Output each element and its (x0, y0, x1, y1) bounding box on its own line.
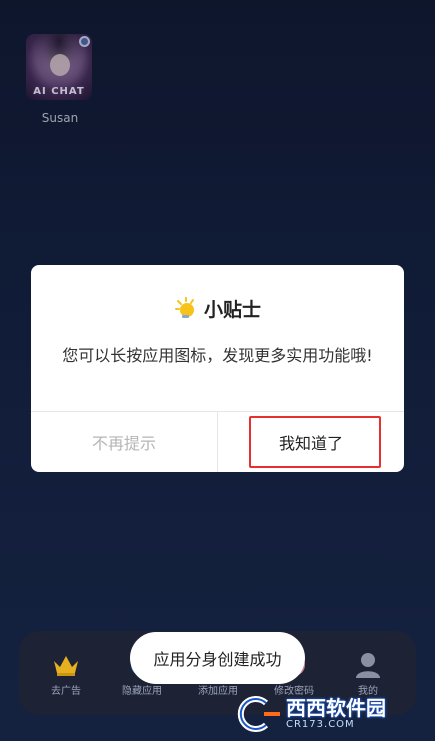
nav-item-remove-ads[interactable]: 去广告 (31, 651, 101, 697)
highlight-box (249, 416, 381, 468)
profile-icon (333, 651, 403, 679)
dont-show-again-button[interactable]: 不再提示 (31, 412, 218, 472)
nav-item-label: 添加应用 (198, 686, 238, 697)
watermark-logo (236, 695, 282, 733)
watermark-text-group: 西西软件园 CR173.COM (286, 698, 386, 730)
dialog-title: 小贴士 (31, 295, 404, 321)
nav-item-profile[interactable]: 我的 (333, 651, 403, 697)
dialog-message: 您可以长按应用图标，发现更多实用功能哦! (62, 346, 373, 365)
dialog-title-text: 小贴士 (203, 298, 261, 321)
nav-item-label: 隐藏应用 (122, 686, 162, 697)
lightbulb-icon (174, 296, 198, 320)
crown-icon (31, 651, 101, 679)
nav-item-label: 去广告 (51, 686, 81, 697)
watermark-title: 西西软件园 (286, 696, 386, 720)
toast-message: 应用分身创建成功 (130, 632, 305, 684)
watermark: 西西软件园 CR173.COM (236, 693, 414, 735)
watermark-url: CR173.COM (286, 719, 355, 730)
